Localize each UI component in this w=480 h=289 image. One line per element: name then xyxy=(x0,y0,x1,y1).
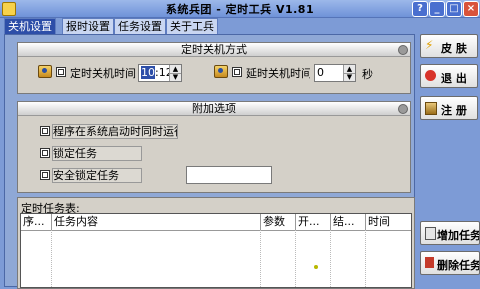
register-button[interactable]: 注 册 xyxy=(420,96,478,120)
column-header-time[interactable]: 时间 xyxy=(366,214,411,231)
mouse-cursor-icon xyxy=(314,265,318,269)
autostart-label: 程序在系统启动时同时运行 xyxy=(52,124,178,139)
close-button[interactable]: × xyxy=(463,1,479,17)
delay-shutdown-checkbox[interactable] xyxy=(232,67,242,77)
column-header-end[interactable]: 结... xyxy=(331,214,366,231)
stop-icon xyxy=(425,70,436,81)
task-panel: 定时任务表: 序... 任务内容 参数 开... 结... 时间 xyxy=(17,197,415,289)
secure-lock-label: 安全锁定任务 xyxy=(52,168,142,183)
skin-button[interactable]: ⚡ 皮 肤 xyxy=(420,34,478,58)
help-button[interactable]: ? xyxy=(412,1,428,17)
delay-shutdown-icon xyxy=(214,65,228,78)
maximize-button[interactable]: □ xyxy=(446,1,462,17)
column-header-start[interactable]: 开... xyxy=(296,214,331,231)
extra-options-title: 附加选项 xyxy=(18,102,410,116)
exit-button[interactable]: 退 出 xyxy=(420,64,478,88)
tab-about[interactable]: 关于工兵 xyxy=(166,18,218,34)
delay-unit-label: 秒 xyxy=(362,68,373,81)
tab-time-report-settings[interactable]: 报时设置 xyxy=(62,18,114,34)
autostart-checkbox[interactable] xyxy=(40,126,50,136)
column-header-params[interactable]: 参数 xyxy=(261,214,296,231)
title-bar: 系统兵团 - 定时工兵 V1.81 ? _ □ × xyxy=(0,0,480,18)
delete-task-icon xyxy=(425,257,434,268)
add-task-icon xyxy=(425,227,436,240)
password-input[interactable] xyxy=(186,166,272,184)
spin-down-icon[interactable]: ▼ xyxy=(344,73,355,81)
timed-shutdown-label: 定时关机时间 xyxy=(70,67,136,80)
delete-task-button[interactable]: 删除任务 xyxy=(420,251,480,275)
secure-lock-checkbox[interactable] xyxy=(40,170,50,180)
timed-shutdown-time-input[interactable]: 10:12 ▲ ▼ xyxy=(138,64,182,82)
lock-task-label: 锁定任务 xyxy=(52,146,142,161)
timed-shutdown-icon xyxy=(38,65,52,78)
delay-shutdown-label: 延时关机时间 xyxy=(246,67,310,80)
tab-shutdown-settings[interactable]: 关机设置 xyxy=(4,18,56,35)
lock-task-checkbox[interactable] xyxy=(40,148,50,158)
lightning-icon: ⚡ xyxy=(425,38,434,52)
delay-shutdown-input[interactable]: 0 ▲ ▼ xyxy=(314,64,356,82)
shutdown-group-title: 定时关机方式 xyxy=(18,43,410,57)
window-title: 系统兵团 - 定时工兵 V1.81 xyxy=(165,3,315,16)
spin-down-icon[interactable]: ▼ xyxy=(170,73,181,81)
minimize-button[interactable]: _ xyxy=(429,1,445,17)
task-table[interactable]: 序... 任务内容 参数 开... 结... 时间 xyxy=(20,213,412,288)
timed-shutdown-checkbox[interactable] xyxy=(56,67,66,77)
add-task-button[interactable]: 增加任务 xyxy=(420,221,480,245)
extra-options-group: 附加选项 程序在系统启动时同时运行 锁定任务 安全锁定任务 xyxy=(17,101,411,193)
shutdown-group: 定时关机方式 定时关机时间 10:12 ▲ ▼ 延时关机时间 0 ▲ ▼ 秒 xyxy=(17,42,411,94)
column-header-index[interactable]: 序... xyxy=(21,214,52,231)
tab-task-settings[interactable]: 任务设置 xyxy=(114,18,166,34)
key-icon xyxy=(425,102,437,115)
column-header-content[interactable]: 任务内容 xyxy=(52,214,261,231)
